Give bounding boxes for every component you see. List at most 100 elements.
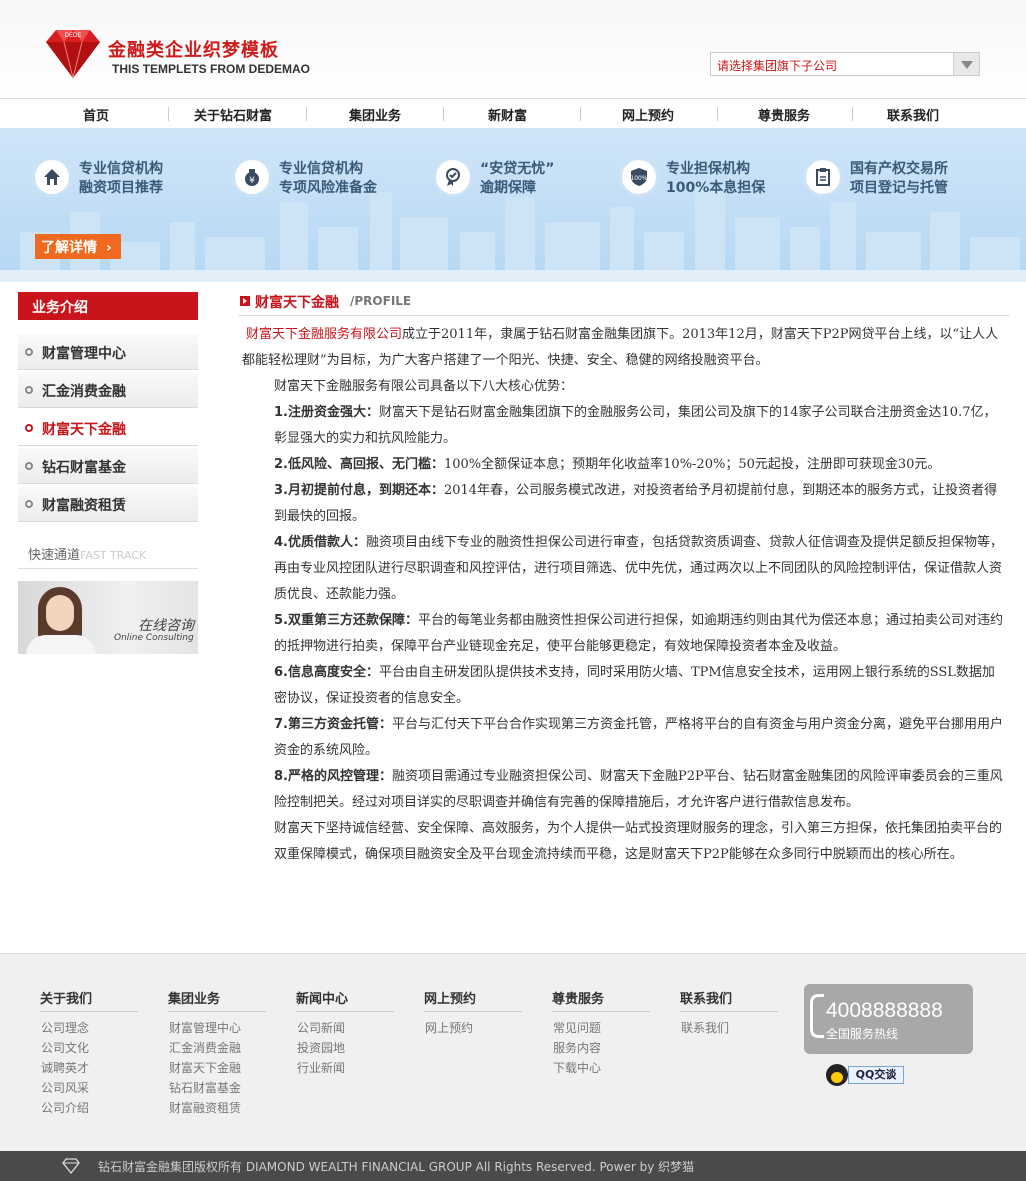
company-name-link[interactable]: 财富天下金融服务有限公司 bbox=[242, 327, 402, 342]
subsidiary-select-value: 请选择集团旗下子公司 bbox=[717, 59, 838, 73]
footer-column-title: 集团业务 bbox=[168, 988, 266, 1012]
nav-separator bbox=[306, 107, 307, 121]
consulting-label-en: Online Consulting bbox=[114, 633, 194, 643]
hotline-label: 全国服务热线 bbox=[826, 1027, 899, 1041]
sidebar-item-consumer-finance[interactable]: 汇金消费金融 bbox=[18, 372, 198, 408]
main-nav: 首页 关于钻石财富 集团业务 新财富 网上预约 尊贵服务 联系我们 bbox=[0, 98, 1026, 128]
diamond-icon bbox=[62, 1158, 80, 1174]
divider bbox=[18, 568, 198, 569]
advantage-4: 4.优质借款人：融资项目由线下专业的融资性担保公司进行审查，包括贷款资质调查、贷… bbox=[242, 530, 1004, 608]
footer-link[interactable]: 诚聘英才 bbox=[40, 1058, 138, 1078]
site-logo[interactable]: DEDE 金融类企业织梦模板 THIS TEMPLETS FROM DEDEMA… bbox=[42, 26, 342, 82]
phone-icon bbox=[810, 994, 824, 1038]
footer-link[interactable]: 财富融资租赁 bbox=[168, 1098, 266, 1118]
nav-contact[interactable]: 联系我们 bbox=[887, 105, 939, 124]
site-header: DEDE 金融类企业织梦模板 THIS TEMPLETS FROM DEDEMA… bbox=[0, 0, 1026, 98]
advantages-intro: 财富天下金融服务有限公司具备以下八大核心优势： bbox=[274, 379, 574, 394]
sidebar-item-label: 财富管理中心 bbox=[42, 346, 126, 362]
footer-column-news: 新闻中心 公司新闻 投资园地 行业新闻 bbox=[296, 988, 394, 1078]
heading-arrow-icon bbox=[240, 296, 250, 306]
sidebar-item-wealth-management[interactable]: 财富管理中心 bbox=[18, 334, 198, 370]
qq-chat-button[interactable]: QQ交谈 bbox=[826, 1064, 904, 1086]
advantage-text: 100%全额保证本息；预期年化收益率10%-20%；50元起投，注册即可获现金3… bbox=[443, 457, 941, 472]
footer-link[interactable]: 联系我们 bbox=[680, 1018, 778, 1038]
footer-link[interactable]: 常见问题 bbox=[552, 1018, 650, 1038]
nav-new-wealth[interactable]: 新财富 bbox=[488, 105, 527, 124]
document-icon bbox=[806, 160, 840, 194]
footer-link[interactable]: 下载中心 bbox=[552, 1058, 650, 1078]
consultant-body bbox=[26, 635, 96, 654]
chevron-right-icon: › bbox=[105, 240, 112, 256]
feature-line1: 国有产权交易所 bbox=[850, 161, 948, 177]
footer-link[interactable]: 汇金消费金融 bbox=[168, 1038, 266, 1058]
advantage-1: 1.注册资金强大：财富天下是钻石财富金融集团旗下的金融服务公司，集团公司及旗下的… bbox=[242, 400, 1004, 452]
sidebar-item-leasing[interactable]: 财富融资租赁 bbox=[18, 486, 198, 522]
sidebar-item-wealth-world-finance[interactable]: 财富天下金融 bbox=[18, 410, 198, 446]
footer-link[interactable]: 公司文化 bbox=[40, 1038, 138, 1058]
advantage-title: 4.优质借款人： bbox=[274, 535, 366, 550]
svg-text:¥: ¥ bbox=[249, 176, 255, 186]
closing-paragraph: 财富天下坚持诚信经营、安全保障、高效服务，为个人提供一站式投资理财服务的理念，引… bbox=[274, 821, 1003, 862]
footer-link[interactable]: 公司介绍 bbox=[40, 1098, 138, 1118]
site-footer: 关于我们 公司理念 公司文化 诚聘英才 公司风采 公司介绍 集团业务 财富管理中… bbox=[0, 953, 1026, 1151]
sidebar-title: 业务介绍 bbox=[18, 292, 198, 320]
advantage-8: 8.严格的风控管理：融资项目需通过专业融资担保公司、财富天下金融P2P平台、钻石… bbox=[242, 764, 1004, 816]
nav-about[interactable]: 关于钻石财富 bbox=[194, 105, 272, 124]
copyright-bar: 钻石财富金融集团版权所有 DIAMOND WEALTH FINANCIAL GR… bbox=[0, 1151, 1026, 1181]
sidebar-item-label: 财富融资租赁 bbox=[42, 498, 126, 514]
nav-online-booking[interactable]: 网上预约 bbox=[622, 105, 674, 124]
footer-link[interactable]: 公司理念 bbox=[40, 1018, 138, 1038]
nav-group-business[interactable]: 集团业务 bbox=[349, 105, 401, 124]
intro-paragraph: 财富天下金融服务有限公司成立于2011年，隶属于钻石财富金融集团旗下。2013年… bbox=[242, 322, 1004, 374]
feature-line1: 专业信贷机构 bbox=[79, 161, 163, 177]
sidebar-item-diamond-fund[interactable]: 钻石财富基金 bbox=[18, 448, 198, 484]
nav-vip-service[interactable]: 尊贵服务 bbox=[758, 105, 810, 124]
shield-check-icon bbox=[436, 160, 470, 194]
nav-home[interactable]: 首页 bbox=[83, 105, 109, 124]
city-skyline-illustration bbox=[0, 187, 1026, 282]
footer-link[interactable]: 投资园地 bbox=[296, 1038, 394, 1058]
advantage-text: 融资项目由线下专业的融资性担保公司进行审查，包括贷款资质调查、贷款人征信调查及提… bbox=[274, 535, 1003, 602]
subsidiary-select[interactable]: 请选择集团旗下子公司 bbox=[710, 52, 980, 76]
footer-column-booking: 网上预约 网上预约 bbox=[424, 988, 522, 1038]
footer-link[interactable]: 财富天下金融 bbox=[168, 1058, 266, 1078]
house-icon bbox=[35, 160, 69, 194]
advantage-title: 2.低风险、高回报、无门槛： bbox=[274, 457, 444, 472]
footer-link[interactable]: 行业新闻 bbox=[296, 1058, 394, 1078]
footer-link[interactable]: 网上预约 bbox=[424, 1018, 522, 1038]
bullet-icon bbox=[25, 462, 33, 470]
advantage-title: 5.双重第三方还款保障： bbox=[274, 613, 418, 628]
feature-line2: 逾期保障 bbox=[480, 180, 536, 196]
footer-link[interactable]: 公司风采 bbox=[40, 1078, 138, 1098]
consultant-face bbox=[46, 595, 74, 631]
diamond-logo-icon: DEDE bbox=[46, 30, 100, 79]
feature-line1: 专业担保机构 bbox=[666, 161, 750, 177]
footer-column-title: 联系我们 bbox=[680, 988, 778, 1012]
sidebar-item-label: 财富天下金融 bbox=[42, 422, 126, 438]
footer-link[interactable]: 服务内容 bbox=[552, 1038, 650, 1058]
footer-link[interactable]: 公司新闻 bbox=[296, 1018, 394, 1038]
learn-more-button[interactable]: 了解详情 › bbox=[35, 234, 121, 259]
advantage-5: 5.双重第三方还款保障：平台的每笔业务都由融资性担保公司进行担保，如逾期违约则由… bbox=[242, 608, 1004, 660]
bullet-icon bbox=[25, 424, 33, 432]
footer-column-about: 关于我们 公司理念 公司文化 诚聘英才 公司风采 公司介绍 bbox=[40, 988, 138, 1118]
footer-link[interactable]: 财富管理中心 bbox=[168, 1018, 266, 1038]
feature-line2: 100%本息担保 bbox=[666, 180, 766, 196]
sidebar-item-label: 钻石财富基金 bbox=[42, 460, 126, 476]
feature-line2: 专项风险准备金 bbox=[279, 180, 377, 196]
nav-separator bbox=[717, 107, 718, 121]
content-heading: 财富天下金融 /PROFILE bbox=[238, 292, 1010, 316]
online-consulting-banner[interactable]: 在线咨询 Online Consulting bbox=[18, 581, 198, 654]
feature-line2: 项目登记与托管 bbox=[850, 180, 948, 196]
feature-line1: “安贷无忧” bbox=[480, 161, 555, 177]
chevron-down-icon[interactable] bbox=[953, 53, 979, 75]
article-content: 财富天下金融服务有限公司成立于2011年，隶属于钻石财富金融集团旗下。2013年… bbox=[242, 322, 1004, 868]
svg-text:DEDE: DEDE bbox=[65, 33, 82, 39]
advantage-7: 7.第三方资金托管：平台与汇付天下平台合作实现第三方资金托管，严格将平台的自有资… bbox=[242, 712, 1004, 764]
fast-track-label: 快速通道 bbox=[28, 548, 81, 563]
copyright-text: 钻石财富金融集团版权所有 DIAMOND WEALTH FINANCIAL GR… bbox=[98, 1160, 695, 1174]
fast-track-en: FAST TRACK bbox=[80, 549, 147, 562]
consulting-label: 在线咨询 bbox=[138, 618, 194, 634]
footer-link[interactable]: 钻石财富基金 bbox=[168, 1078, 266, 1098]
fast-track-title: 快速通道FAST TRACK bbox=[28, 544, 146, 563]
